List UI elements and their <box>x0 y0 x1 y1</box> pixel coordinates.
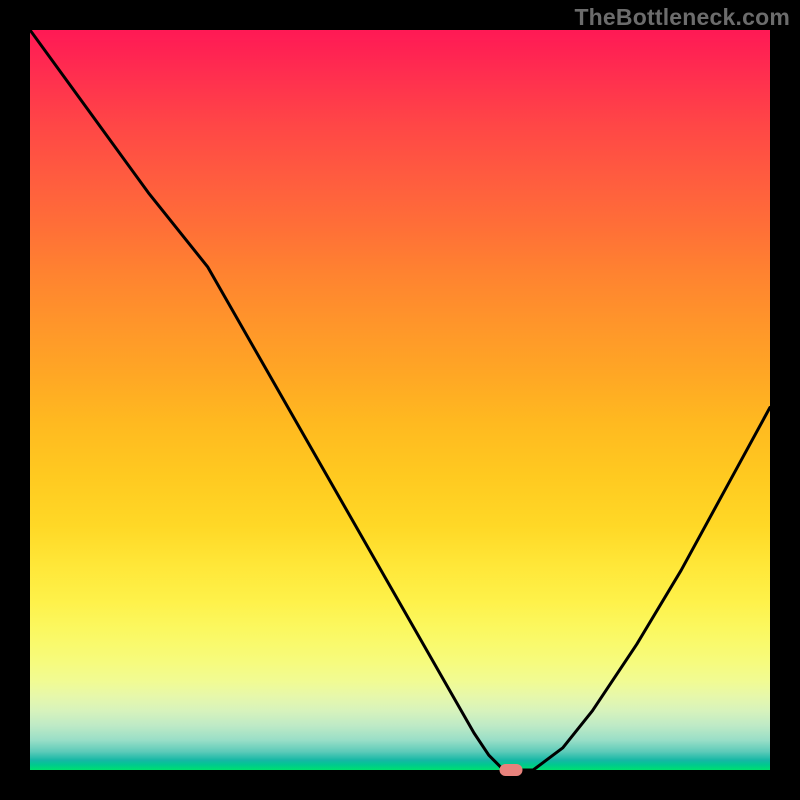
plot-area <box>30 30 770 770</box>
bottleneck-curve <box>30 30 770 770</box>
chart-container: TheBottleneck.com <box>0 0 800 800</box>
optimal-marker <box>500 764 523 776</box>
attribution-text: TheBottleneck.com <box>574 4 790 31</box>
